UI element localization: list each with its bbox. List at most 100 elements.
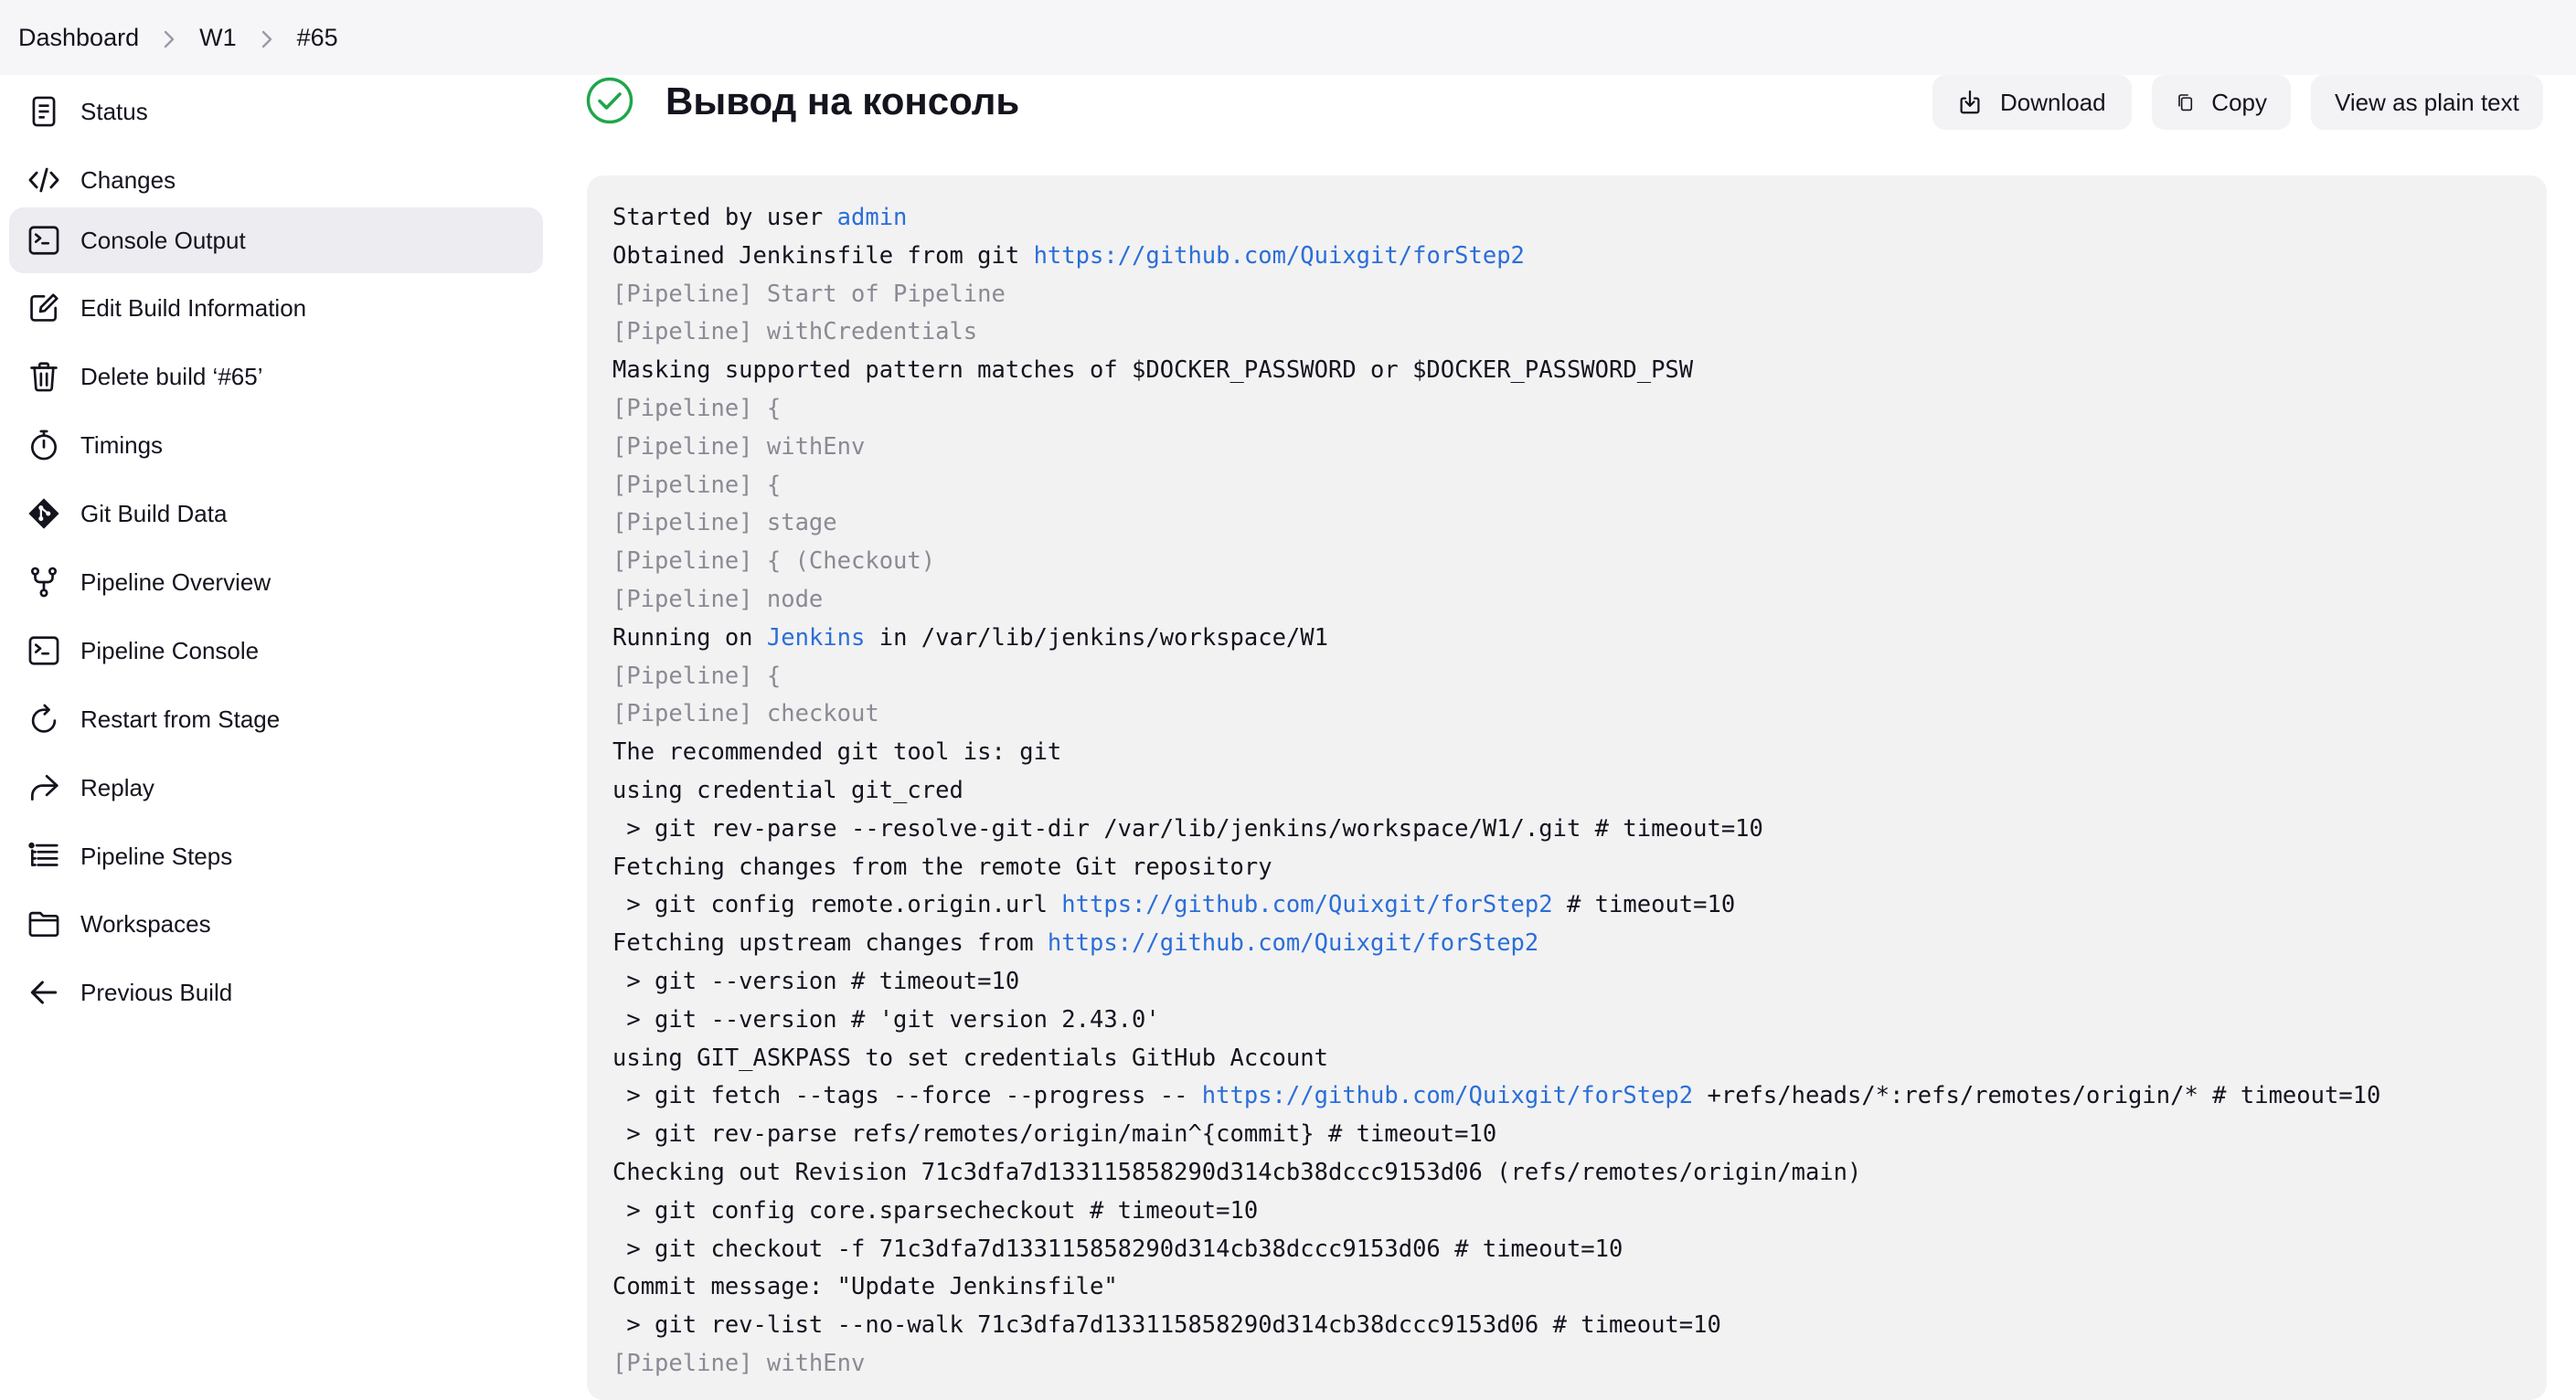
console-text: Checking out Revision 71c3dfa7d133115858… (612, 1158, 1862, 1186)
breadcrumb-job[interactable]: W1 (196, 24, 240, 52)
console-text: Commit message: "Update Jenkinsfile" (612, 1273, 1118, 1301)
console-text: Fetching upstream changes from (612, 929, 1048, 958)
code-icon (26, 162, 62, 198)
sidebar-item-label: Console Output (80, 226, 246, 254)
console-line: Checking out Revision 71c3dfa7d133115858… (612, 1154, 2521, 1193)
console-link[interactable]: https://github.com/Quixgit/forStep2 (1061, 891, 1552, 918)
console-text: [Pipeline] withCredentials (612, 318, 978, 346)
console-line: [Pipeline] stage (612, 504, 2521, 543)
sidebar-item-label: Replay (80, 773, 154, 801)
sidebar-item-status[interactable]: Status (9, 79, 543, 144)
sidebar-item-pipeline-console[interactable]: Pipeline Console (9, 618, 543, 684)
copy-icon (2178, 94, 2193, 111)
sidebar-item-restart-from-stage[interactable]: Restart from Stage (9, 686, 543, 752)
console-text: [Pipeline] { (612, 662, 782, 690)
sidebar-item-pipeline-overview[interactable]: Pipeline Overview (9, 549, 543, 615)
console-text: using GIT_ASKPASS to set credentials Git… (612, 1044, 1328, 1072)
console-line: [Pipeline] checkout (612, 695, 2521, 734)
view-plain-text-button[interactable]: View as plain text (2311, 75, 2543, 130)
console-text: > git config core.sparsecheckout # timeo… (612, 1196, 1259, 1225)
sidebar-item-label: Pipeline Overview (80, 567, 271, 596)
console-text: # timeout=10 (1552, 891, 1736, 919)
console-line: Obtained Jenkinsfile from git https://gi… (612, 238, 2521, 276)
console-text: Started by user (612, 204, 837, 231)
console-text: Fetching changes from the remote Git rep… (612, 853, 1272, 881)
console-text: [Pipeline] Start of Pipeline (612, 280, 1006, 308)
sidebar-item-label: Pipeline Console (80, 636, 260, 664)
console-line: > git fetch --tags --force --progress --… (612, 1077, 2521, 1116)
stopwatch-icon (26, 427, 62, 463)
console-line: Started by user admin (612, 199, 2521, 238)
console-text: > git config remote.origin.url (612, 891, 1062, 919)
console-line: > git checkout -f 71c3dfa7d133115858290d… (612, 1231, 2521, 1269)
console-line: > git config remote.origin.url https://g… (612, 886, 2521, 925)
console-text: > git rev-parse --resolve-git-dir /var/l… (612, 814, 1763, 843)
breadcrumb-build[interactable]: #65 (293, 24, 342, 52)
console-text: Running on (612, 623, 767, 652)
chevron-right-icon (155, 24, 183, 52)
console-text: Masking supported pattern matches of $DO… (612, 356, 1694, 385)
console-text: [Pipeline] { (612, 471, 782, 499)
console-line: Fetching upstream changes from https://g… (612, 925, 2521, 963)
console-line: [Pipeline] node (612, 581, 2521, 620)
console-text: [Pipeline] checkout (612, 700, 879, 728)
console-text: in /var/lib/jenkins/workspace/W1 (865, 623, 1328, 652)
sidebar-item-previous-build[interactable]: Previous Build (9, 960, 543, 1025)
sidebar-item-label: Timings (80, 430, 164, 459)
console-text: [Pipeline] node (612, 585, 824, 613)
sidebar-item-label: Pipeline Steps (80, 842, 233, 870)
console-line: > git rev-parse refs/remotes/origin/main… (612, 1116, 2521, 1154)
console-line: Fetching changes from the remote Git rep… (612, 849, 2521, 887)
console-line: [Pipeline] { (612, 390, 2521, 429)
console-line: > git rev-parse --resolve-git-dir /var/l… (612, 811, 2521, 849)
sidebar-item-console-output[interactable]: Console Output (9, 207, 543, 273)
console-line: > git --version # timeout=10 (612, 963, 2521, 1002)
copy-button[interactable]: Copy (2152, 75, 2291, 130)
sidebar-item-edit-build-information[interactable]: Edit Build Information (9, 275, 543, 341)
sidebar-item-label: Previous Build (80, 978, 233, 1006)
list-icon (26, 838, 62, 875)
console-link[interactable]: admin (837, 204, 908, 231)
download-icon (1960, 90, 1980, 114)
sidebar-item-timings[interactable]: Timings (9, 412, 543, 478)
console-output: Started by user admin Obtained Jenkinsfil… (587, 175, 2547, 1400)
console-link[interactable]: https://github.com/Quixgit/forStep2 (1202, 1082, 1693, 1109)
console-text: [Pipeline] { (612, 394, 782, 422)
breadcrumb: Dashboard W1 #65 (0, 0, 2576, 75)
console-text: > git checkout -f 71c3dfa7d133115858290d… (612, 1235, 1623, 1263)
sidebar-item-label: Edit Build Information (80, 293, 307, 322)
console-text: [Pipeline] withEnv (612, 1349, 866, 1377)
trash-icon (26, 358, 62, 395)
sidebar-item-label: Git Build Data (80, 499, 228, 527)
sidebar-item-changes[interactable]: Changes (9, 147, 543, 213)
branch-icon (26, 564, 62, 600)
success-check-icon (586, 77, 633, 124)
download-button[interactable]: Download (1932, 75, 2132, 130)
console-line: > git rev-list --no-walk 71c3dfa7d133115… (612, 1307, 2521, 1345)
console-text: Obtained Jenkinsfile from git (612, 241, 1034, 270)
console-text: The recommended git tool is: git (612, 738, 1062, 767)
console-text: > git rev-parse refs/remotes/origin/main… (612, 1120, 1497, 1149)
console-link[interactable]: https://github.com/Quixgit/forStep2 (1034, 242, 1525, 270)
sidebar-item-delete-build[interactable]: Delete build ‘#65’ (9, 344, 543, 409)
sidebar-item-label: Status (80, 97, 148, 125)
console-text: [Pipeline] stage (612, 509, 837, 537)
sidebar-item-label: Restart from Stage (80, 705, 281, 733)
console-line: [Pipeline] withCredentials (612, 313, 2521, 352)
console-link[interactable]: Jenkins (767, 624, 865, 652)
replay-icon (26, 769, 62, 806)
breadcrumb-dashboard[interactable]: Dashboard (15, 24, 143, 52)
console-text: > git rev-list --no-walk 71c3dfa7d133115… (612, 1311, 1721, 1340)
console-line: The recommended git tool is: git (612, 734, 2521, 772)
page-header: Вывод на консоль Download Copy View as p… (585, 75, 2550, 166)
console-link[interactable]: https://github.com/Quixgit/forStep2 (1048, 929, 1538, 957)
copy-button-label: Copy (2211, 88, 2267, 116)
sidebar-item-pipeline-steps[interactable]: Pipeline Steps (9, 823, 543, 889)
sidebar-item-git-build-data[interactable]: Git Build Data (9, 481, 543, 546)
console-line: [Pipeline] withEnv (612, 429, 2521, 467)
view-plain-text-label: View as plain text (2335, 88, 2519, 116)
sidebar-item-label: Changes (80, 165, 176, 194)
sidebar-item-label: Delete build ‘#65’ (80, 362, 263, 390)
sidebar-item-replay[interactable]: Replay (9, 755, 543, 821)
sidebar-item-workspaces[interactable]: Workspaces (9, 891, 543, 957)
